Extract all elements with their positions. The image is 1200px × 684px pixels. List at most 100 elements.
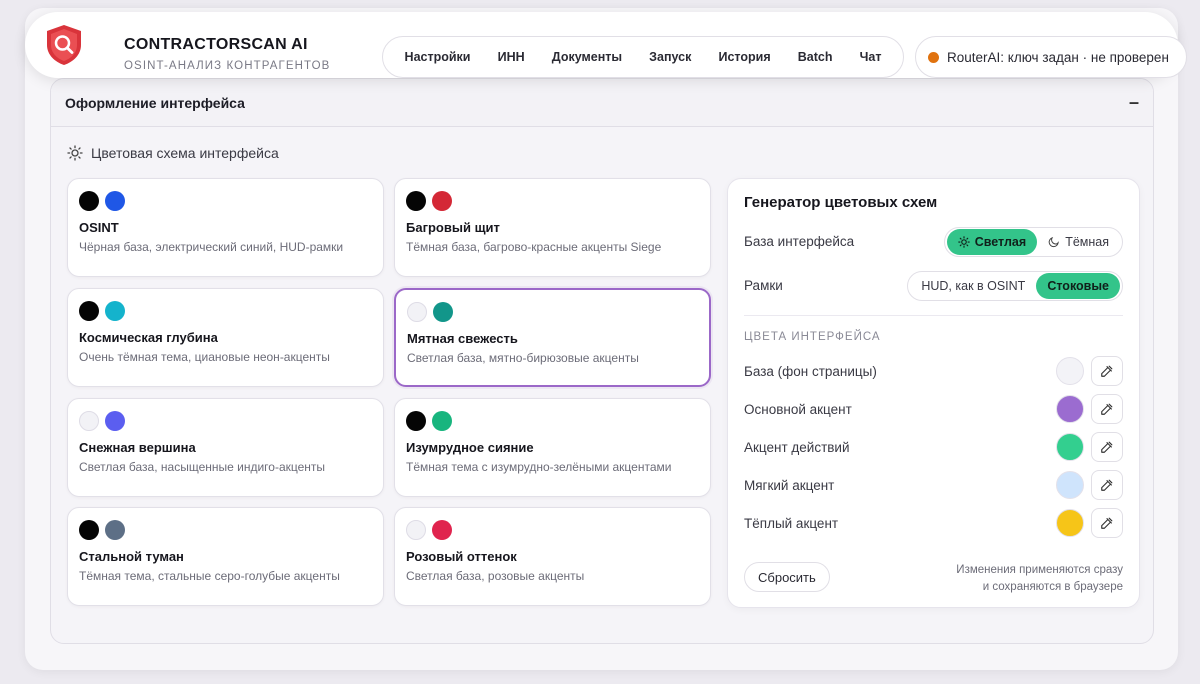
theme-description: Тёмная тема с изумрудно-зелёными акцента… <box>406 460 672 474</box>
theme-color-dot <box>105 520 125 540</box>
theme-description: Светлая база, розовые акценты <box>406 569 585 583</box>
collapse-button[interactable]: – <box>1129 92 1139 113</box>
theme-name: Стальной туман <box>79 549 184 564</box>
frames-hud-option[interactable]: HUD, как в OSINT <box>910 273 1036 299</box>
color-row-primary-accent: Основной акцент <box>744 393 1123 425</box>
generator-title: Генератор цветовых схем <box>744 194 938 211</box>
color-label: База (фон страницы) <box>744 363 877 379</box>
eyedropper-button[interactable] <box>1091 432 1123 462</box>
theme-color-dot <box>407 302 427 322</box>
note-line: и сохраняются в браузере <box>982 581 1123 593</box>
theme-color-dot <box>406 520 426 540</box>
moon-icon <box>1048 236 1060 248</box>
frames-stock-option[interactable]: Стоковые <box>1036 273 1120 299</box>
theme-color-dot <box>433 302 453 322</box>
theme-color-dot <box>105 191 125 211</box>
theme-description: Светлая база, насыщенные индиго-акценты <box>79 460 326 474</box>
base-light-option[interactable]: Светлая <box>946 229 1038 255</box>
eyedropper-icon <box>1101 479 1113 491</box>
color-swatch[interactable] <box>1056 471 1084 499</box>
base-dark-option[interactable]: Тёмная <box>1037 229 1120 255</box>
sun-icon <box>67 145 83 161</box>
theme-description: Тёмная тема, стальные серо-голубые акцен… <box>79 569 340 583</box>
theme-description: Чёрная база, электрический синий, HUD-ра… <box>79 240 344 254</box>
nav-chat[interactable]: Чат <box>860 50 882 64</box>
brand-title: CONTRACTORSCAN AI <box>124 36 308 53</box>
frames-label: Рамки <box>744 278 783 293</box>
color-scheme-generator: Генератор цветовых схем База интерфейса … <box>727 178 1140 608</box>
panel-header[interactable]: Оформление интерфейса – <box>51 79 1153 127</box>
eyedropper-button[interactable] <box>1091 394 1123 424</box>
nav-documents[interactable]: Документы <box>552 50 622 64</box>
theme-color-dot <box>79 411 99 431</box>
theme-name: Снежная вершина <box>79 440 196 455</box>
eyedropper-button[interactable] <box>1091 508 1123 538</box>
color-swatch[interactable] <box>1056 357 1084 385</box>
theme-card-emerald-glow[interactable]: Изумрудное сияние Тёмная тема с изумрудн… <box>394 398 711 497</box>
status-dot-icon <box>928 51 939 63</box>
base-label: База интерфейса <box>744 234 855 249</box>
theme-name: Багровый щит <box>406 220 500 235</box>
theme-card-snow-peak[interactable]: Снежная вершина Светлая база, насыщенные… <box>67 398 384 497</box>
theme-color-dot <box>79 191 99 211</box>
theme-color-dot <box>105 411 125 431</box>
router-status-badge[interactable]: RouterAI: ключ задан · не проверен <box>915 36 1187 78</box>
base-dark-label: Тёмная <box>1065 235 1109 249</box>
theme-color-dot <box>406 411 426 431</box>
brand-subtitle: OSINT-АНАЛИЗ КОНТРАГЕНТОВ <box>124 60 331 72</box>
theme-description: Очень тёмная тема, циановые неон-акценты <box>79 350 330 364</box>
theme-name: OSINT <box>79 220 119 235</box>
theme-color-dot <box>432 520 452 540</box>
nav-inn[interactable]: ИНН <box>498 50 525 64</box>
color-label: Акцент действий <box>744 439 850 455</box>
color-swatch[interactable] <box>1056 395 1084 423</box>
theme-card-pink-shade[interactable]: Розовый оттенок Светлая база, розовые ак… <box>394 507 711 606</box>
theme-card-osint[interactable]: OSINT Чёрная база, электрический синий, … <box>67 178 384 277</box>
main-nav: Настройки ИНН Документы Запуск История B… <box>382 36 904 78</box>
theme-card-crimson-shield[interactable]: Багровый щит Тёмная база, багрово-красны… <box>394 178 711 277</box>
theme-card-cosmic-depth[interactable]: Космическая глубина Очень тёмная тема, ц… <box>67 288 384 387</box>
base-toggle: Светлая Тёмная <box>943 227 1123 257</box>
app-header: CONTRACTORSCAN AI OSINT-АНАЛИЗ КОНТРАГЕН… <box>25 12 1187 78</box>
color-label: Основной акцент <box>744 401 852 417</box>
eyedropper-button[interactable] <box>1091 356 1123 386</box>
theme-color-dot <box>406 191 426 211</box>
eyedropper-icon <box>1101 441 1113 453</box>
color-row-action-accent: Акцент действий <box>744 431 1123 463</box>
theme-card-mint-fresh[interactable]: Мятная свежесть Светлая база, мятно-бирю… <box>394 288 711 387</box>
nav-settings[interactable]: Настройки <box>405 50 471 64</box>
color-swatch[interactable] <box>1056 509 1084 537</box>
base-light-label: Светлая <box>974 235 1027 249</box>
color-label: Мягкий акцент <box>744 477 835 493</box>
color-swatch[interactable] <box>1056 433 1084 461</box>
eyedropper-icon <box>1101 365 1113 377</box>
theme-card-steel-fog[interactable]: Стальной туман Тёмная тема, стальные сер… <box>67 507 384 606</box>
appearance-panel: Оформление интерфейса – Цветовая схема и… <box>50 78 1154 644</box>
theme-color-dot <box>79 520 99 540</box>
nav-run[interactable]: Запуск <box>649 50 691 64</box>
theme-color-dot <box>105 301 125 321</box>
theme-color-dot <box>79 301 99 321</box>
theme-name: Розовый оттенок <box>406 549 517 564</box>
color-row-warm-accent: Тёплый акцент <box>744 507 1123 539</box>
color-row-soft-accent: Мягкий акцент <box>744 469 1123 501</box>
reset-button[interactable]: Сбросить <box>744 562 830 592</box>
autosave-note: Изменения применяются сразу и сохраняютс… <box>956 562 1123 596</box>
divider <box>744 315 1123 316</box>
theme-description: Тёмная база, багрово-красные акценты Sie… <box>406 240 662 254</box>
eyedropper-button[interactable] <box>1091 470 1123 500</box>
nav-batch[interactable]: Batch <box>798 50 833 64</box>
color-label: Тёплый акцент <box>744 515 839 531</box>
theme-description: Светлая база, мятно-бирюзовые акценты <box>407 351 639 365</box>
sun-icon <box>957 236 970 248</box>
color-scheme-label: Цветовая схема интерфейса <box>91 145 279 161</box>
eyedropper-icon <box>1101 403 1113 415</box>
color-scheme-heading: Цветовая схема интерфейса <box>67 145 279 161</box>
theme-name: Космическая глубина <box>79 330 218 345</box>
shield-search-logo-icon <box>47 25 81 65</box>
nav-history[interactable]: История <box>718 50 770 64</box>
color-row-base: База (фон страницы) <box>744 355 1123 387</box>
eyedropper-icon <box>1101 517 1113 529</box>
note-line: Изменения применяются сразу <box>956 564 1123 576</box>
panel-title: Оформление интерфейса <box>65 94 245 111</box>
